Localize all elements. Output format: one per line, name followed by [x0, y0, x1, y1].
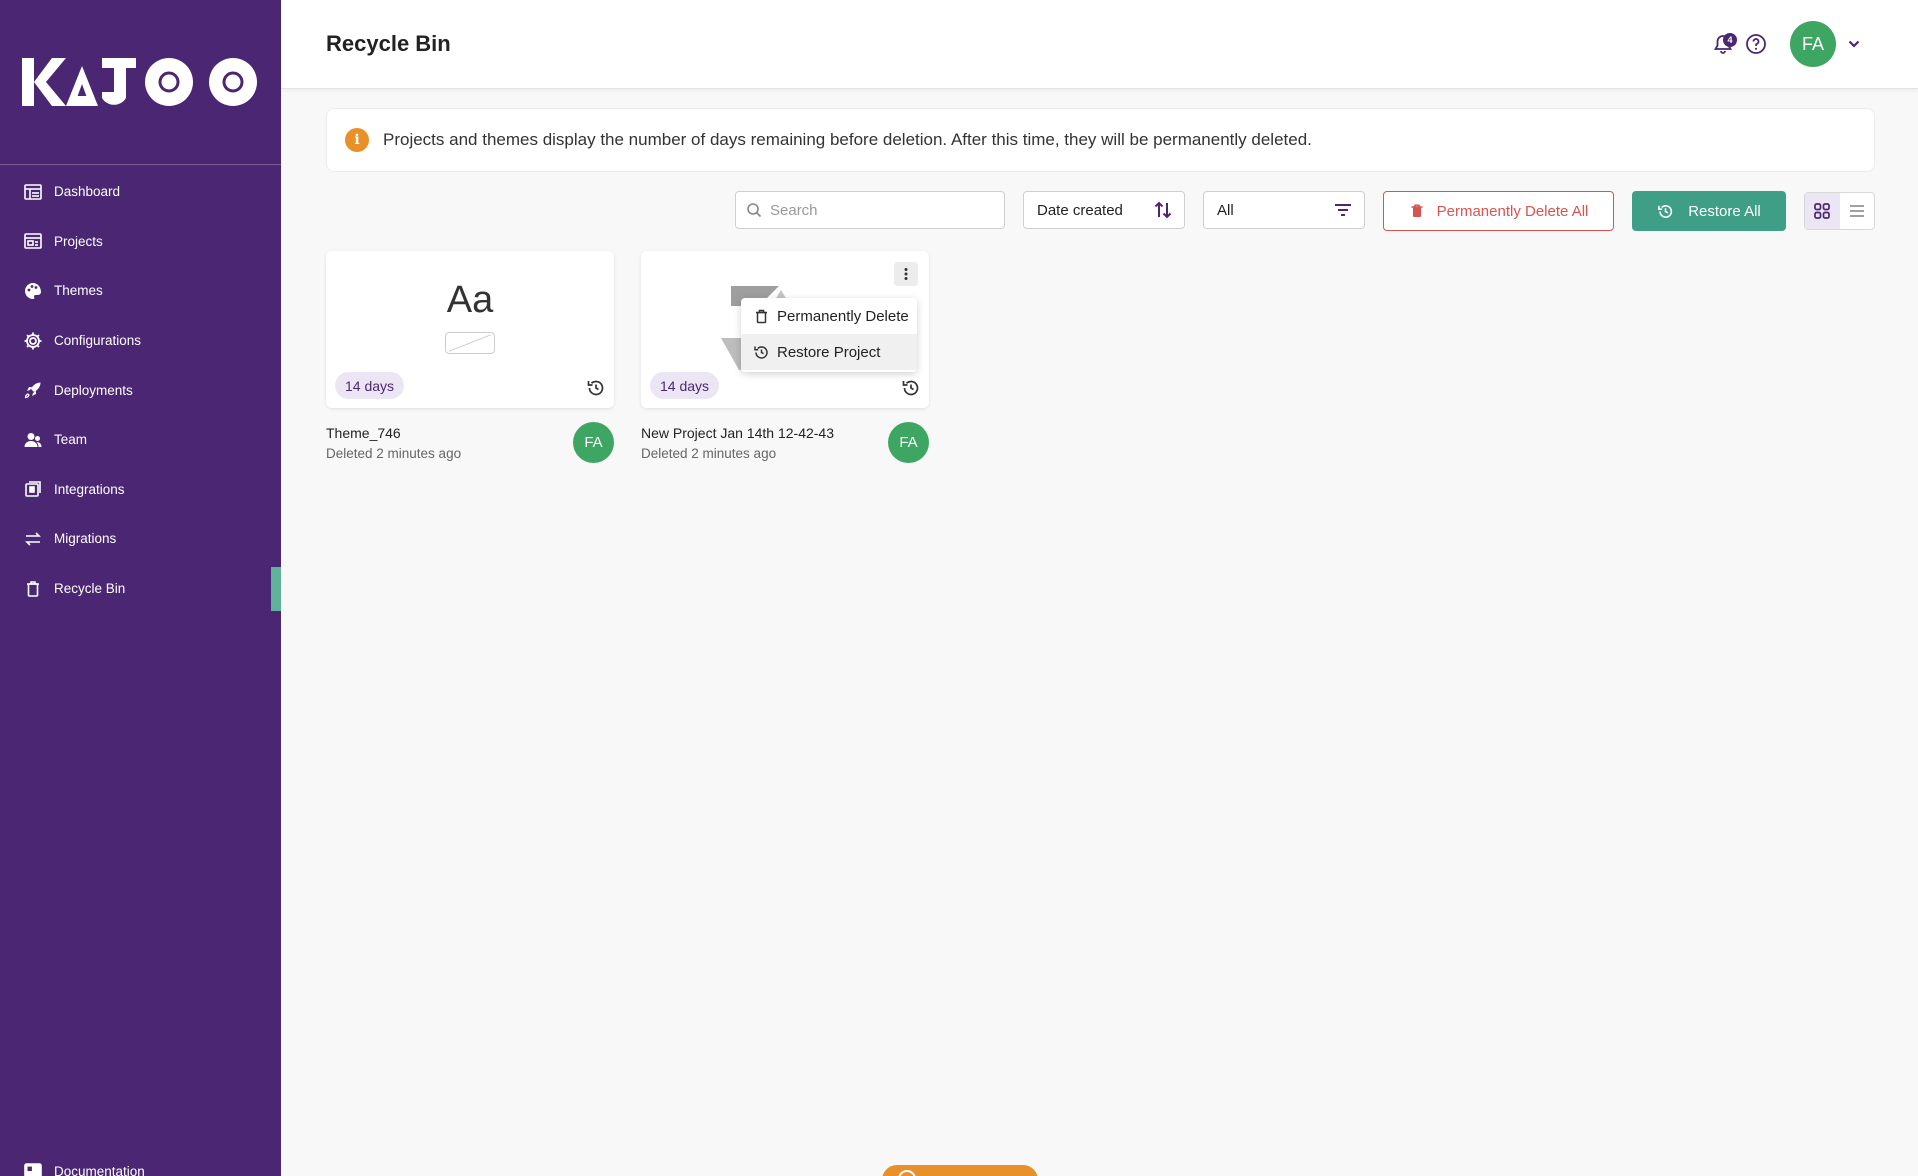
- card-title: New Project Jan 14th 12-42-43: [641, 425, 834, 441]
- menu-item-permanently-delete[interactable]: Permanently Delete: [741, 298, 917, 334]
- help-icon[interactable]: [1745, 33, 1767, 55]
- sidebar-item-label: Recycle Bin: [54, 581, 126, 597]
- restore-icon: [754, 345, 768, 359]
- sidebar-item-label: Themes: [54, 283, 103, 299]
- theme-card[interactable]: Aa 14 days: [326, 251, 614, 408]
- permanently-delete-all-button[interactable]: Permanently Delete All: [1383, 191, 1614, 231]
- info-icon: i: [345, 128, 369, 152]
- chevron-down-icon[interactable]: [1846, 36, 1862, 52]
- sidebar-divider: [0, 164, 281, 165]
- sort-select-value: Date created: [1037, 201, 1123, 219]
- documentation-link[interactable]: Documentation: [22, 1160, 145, 1176]
- sort-select[interactable]: Date created: [1023, 191, 1185, 229]
- page-title: Recycle Bin: [326, 31, 451, 56]
- sidebar-item-configurations[interactable]: Configurations: [0, 316, 281, 366]
- days-remaining-badge: 14 days: [335, 372, 405, 399]
- sidebar-item-label: Projects: [54, 233, 103, 249]
- owner-avatar: FA: [573, 422, 614, 463]
- card-context-menu: Permanently Delete Restore Project: [741, 298, 917, 372]
- trash-icon: [1411, 204, 1423, 217]
- list-view-button[interactable]: [1840, 193, 1875, 229]
- menu-item-label: Permanently Delete: [777, 307, 909, 325]
- owner-avatar: FA: [888, 422, 929, 463]
- grid-view-button[interactable]: [1805, 193, 1840, 229]
- sidebar-item-label: Integrations: [54, 481, 125, 497]
- card-deleted-time: Deleted 2 minutes ago: [326, 446, 462, 461]
- top-header: Recycle Bin 4 FA: [281, 0, 1918, 89]
- migrations-icon: [22, 528, 44, 550]
- search-input[interactable]: [770, 201, 990, 219]
- sidebar-item-recycle-bin[interactable]: Recycle Bin: [0, 564, 281, 614]
- restore-icon[interactable]: [586, 378, 606, 398]
- theme-preview-text: Aa: [446, 279, 494, 321]
- trash-icon: [22, 578, 44, 600]
- days-remaining-badge: 14 days: [650, 372, 720, 399]
- sort-arrows-icon: [1154, 201, 1172, 219]
- card-deleted-time: Deleted 2 minutes ago: [641, 446, 777, 461]
- sidebar-item-dashboard[interactable]: Dashboard: [0, 167, 281, 217]
- filter-select[interactable]: All: [1203, 191, 1365, 229]
- card-title: Theme_746: [326, 425, 401, 441]
- restore-all-label: Restore All: [1688, 202, 1761, 220]
- palette-icon: [22, 280, 44, 302]
- sidebar-item-label: Team: [54, 432, 88, 448]
- trash-icon: [756, 309, 767, 323]
- kajoo-logo[interactable]: [22, 56, 260, 108]
- integrations-icon: [22, 478, 44, 500]
- sidebar-item-projects[interactable]: Projects: [0, 217, 281, 267]
- documentation-label: Documentation: [54, 1163, 145, 1176]
- rocket-icon: [22, 379, 44, 401]
- search-icon: [747, 203, 762, 218]
- user-avatar[interactable]: FA: [1790, 21, 1836, 67]
- filter-select-value: All: [1217, 201, 1234, 219]
- restore-icon: [1658, 204, 1673, 218]
- restore-all-button[interactable]: Restore All: [1632, 191, 1786, 231]
- list-icon: [1849, 205, 1864, 217]
- sidebar-item-team[interactable]: Team: [0, 415, 281, 465]
- team-icon: [22, 429, 44, 451]
- more-options-button[interactable]: [894, 262, 918, 286]
- sidebar: Dashboard Projects Themes Configurations…: [0, 0, 281, 1176]
- menu-item-restore-project[interactable]: Restore Project: [741, 334, 917, 370]
- gear-icon: [22, 330, 44, 352]
- sidebar-item-integrations[interactable]: Integrations: [0, 465, 281, 515]
- sidebar-item-label: Dashboard: [54, 184, 121, 200]
- sidebar-item-themes[interactable]: Themes: [0, 266, 281, 316]
- info-banner: i Projects and themes display the number…: [326, 108, 1875, 172]
- sidebar-nav: Dashboard Projects Themes Configurations…: [0, 167, 281, 613]
- filter-icon: [1335, 204, 1351, 216]
- projects-icon: [22, 230, 44, 252]
- theme-swatch: [445, 332, 495, 354]
- info-text: Projects and themes display the number o…: [383, 130, 1312, 149]
- sidebar-item-label: Migrations: [54, 531, 117, 547]
- notification-badge: 4: [1723, 33, 1737, 47]
- book-icon: [24, 1163, 42, 1176]
- dashboard-icon: [22, 181, 44, 203]
- menu-item-label: Restore Project: [777, 343, 881, 361]
- sidebar-item-migrations[interactable]: Migrations: [0, 514, 281, 564]
- sidebar-item-label: Configurations: [54, 333, 142, 349]
- sidebar-item-deployments[interactable]: Deployments: [0, 365, 281, 415]
- view-toggle: [1804, 192, 1875, 230]
- delete-all-label: Permanently Delete All: [1436, 202, 1589, 220]
- sidebar-item-label: Deployments: [54, 382, 133, 398]
- search-box: [735, 191, 1005, 229]
- restore-icon[interactable]: [901, 378, 921, 398]
- grid-icon: [1814, 203, 1831, 219]
- kebab-icon: [904, 268, 908, 280]
